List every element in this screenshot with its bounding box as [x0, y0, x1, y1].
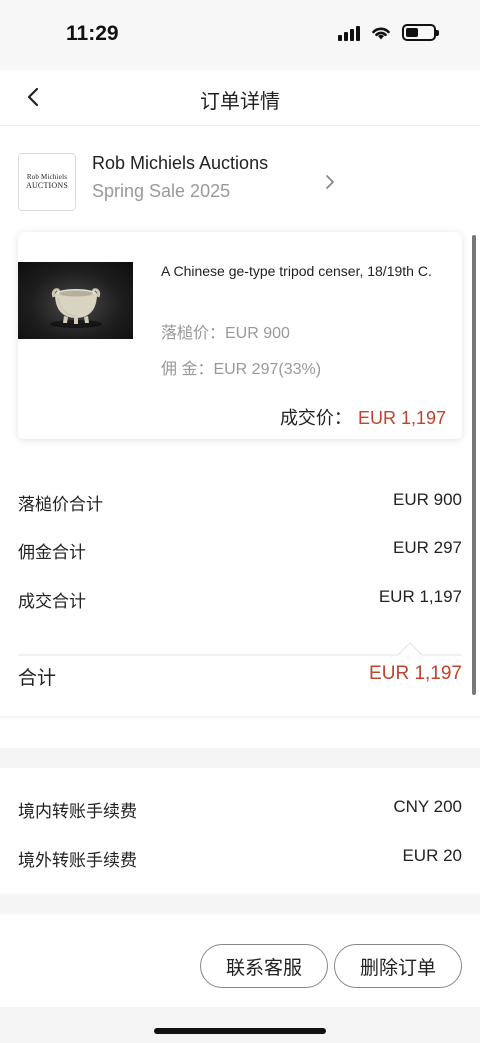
summary-label: 佣金合计	[18, 543, 86, 562]
signal-icon	[338, 25, 360, 41]
status-bar: 11:29	[0, 0, 480, 70]
nav-bar: 订单详情	[0, 70, 480, 126]
seller-logo: Rob Michiels AUCTIONS	[18, 153, 76, 211]
contact-support-button[interactable]: 联系客服	[200, 944, 328, 988]
fee-label: 境外转账手续费	[18, 851, 137, 870]
sale-name: Spring Sale 2025	[92, 181, 231, 201]
summary-value: EUR 900	[393, 490, 462, 509]
summary-value: EUR 1,197	[378, 587, 462, 606]
wifi-icon	[372, 27, 390, 39]
lot-premium: 佣 金：EUR 297(33%)	[161, 361, 322, 378]
home-indicator[interactable]	[154, 1028, 326, 1034]
lot-deal-label: 成交价：	[279, 408, 352, 428]
spacer-card	[0, 718, 480, 748]
lot-hammer-price: 落槌价：EUR 900	[161, 325, 290, 342]
censer-image	[50, 288, 102, 328]
chevron-right-icon	[326, 175, 334, 189]
seller-name: Rob Michiels Auctions	[92, 153, 269, 173]
fees-card: 境内转账手续费 CNY 200 境外转账手续费 EUR 20	[0, 768, 480, 894]
seller-row[interactable]: Rob Michiels AUCTIONS Rob Michiels Aucti…	[18, 153, 462, 211]
summary-row-deal: 成交合计 EUR 1,197	[18, 587, 462, 613]
lot-deal-value: EUR 1,197	[357, 408, 446, 428]
battery-icon	[402, 24, 439, 41]
summary-label: 成交合计	[18, 592, 86, 611]
summary-row-premium: 佣金合计 EUR 297	[18, 538, 462, 564]
total-label: 合计	[18, 668, 57, 689]
fee-row-domestic: 境内转账手续费 CNY 200	[18, 797, 462, 823]
bottom-action-bar: 联系客服 删除订单	[0, 922, 480, 1007]
summary-value: EUR 297	[393, 538, 462, 557]
seller-logo-line1: Rob Michiels	[26, 172, 68, 181]
delete-order-button[interactable]: 删除订单	[334, 944, 462, 988]
lot-title[interactable]: A Chinese ge-type tripod censer, 18/19th…	[161, 259, 451, 283]
total-value: EUR 1,197	[369, 663, 462, 684]
scrollbar[interactable]	[472, 235, 476, 695]
status-icons	[338, 24, 439, 41]
lot-card[interactable]: A Chinese ge-type tripod censer, 18/19th…	[18, 232, 462, 439]
total-row: 合计 EUR 1,197	[18, 663, 462, 691]
lot-deal-price: 成交价： EUR 1,197	[280, 404, 446, 430]
order-card: Rob Michiels AUCTIONS Rob Michiels Aucti…	[0, 126, 480, 716]
summary-label: 落槌价合计	[18, 495, 103, 514]
summary-row-hammer: 落槌价合计 EUR 900	[18, 490, 462, 516]
fee-value: EUR 20	[402, 846, 462, 865]
fee-label: 境内转账手续费	[18, 802, 137, 821]
fee-value: CNY 200	[393, 797, 462, 816]
divider	[18, 642, 462, 656]
page-title: 订单详情	[200, 91, 280, 113]
seller-logo-line2: AUCTIONS	[25, 181, 69, 191]
lot-image[interactable]	[18, 262, 133, 339]
status-time: 11:29	[66, 22, 119, 45]
fee-row-overseas: 境外转账手续费 EUR 20	[18, 846, 462, 872]
